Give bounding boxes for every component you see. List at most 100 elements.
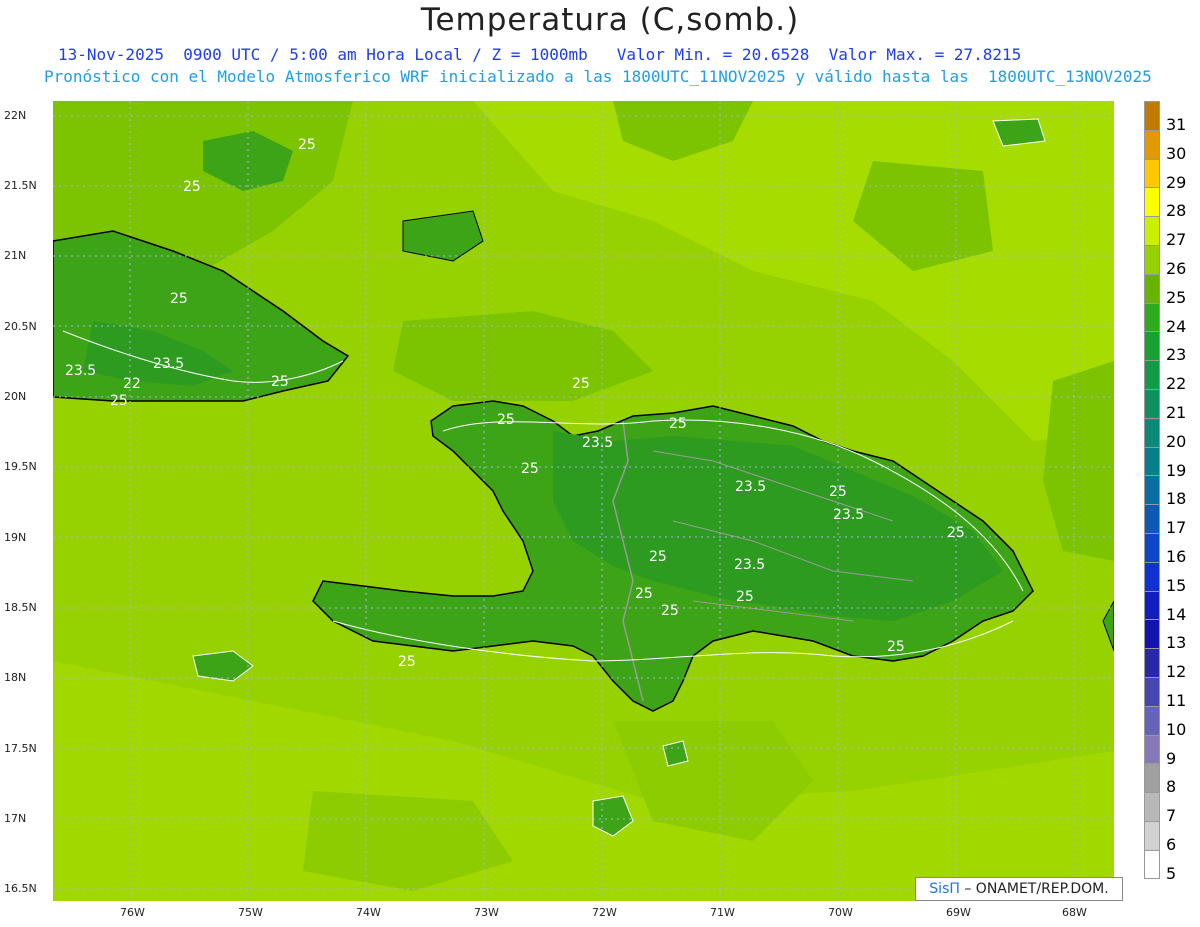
legend-label: 29 [1166, 172, 1187, 192]
legend-swatch [1144, 532, 1160, 562]
contour-label: 23.5 [65, 363, 96, 379]
contour-label: 23.5 [153, 356, 184, 372]
chart-title: Temperatura (C,somb.) [420, 2, 800, 38]
contour-label: 25 [183, 179, 201, 195]
lat-label: 21.5N [4, 179, 37, 192]
lon-label: 69W [946, 906, 971, 919]
lon-label: 68W [1062, 906, 1087, 919]
lat-label: 20.5N [4, 320, 37, 333]
lat-label: 19N [4, 531, 27, 544]
lat-label: 17.5N [4, 742, 37, 755]
contour-label: 25 [497, 412, 515, 428]
contour-label: 22 [123, 376, 141, 392]
contour-label: 25 [271, 374, 289, 390]
legend-label: 7 [1166, 806, 1177, 826]
legend-swatch [1144, 158, 1160, 188]
legend-label: 25 [1166, 287, 1187, 307]
lon-label: 75W [238, 906, 263, 919]
contour-label: 25 [736, 589, 754, 605]
contour-label: 25 [887, 639, 905, 655]
legend-swatch [1144, 619, 1160, 649]
legend-label: 16 [1166, 547, 1187, 566]
contour-label: 25 [635, 586, 653, 602]
lon-label: 73W [474, 906, 499, 919]
sisPi-logo: SisΠ [929, 881, 960, 897]
legend-label: 5 [1166, 863, 1177, 883]
contour-label: 25 [829, 484, 847, 500]
lon-label: 76W [120, 906, 145, 919]
legend-swatch [1144, 705, 1160, 735]
legend-label: 22 [1166, 374, 1187, 394]
legend-label: 14 [1166, 604, 1187, 624]
legend-label: 30 [1166, 143, 1187, 163]
legend-swatch [1144, 129, 1160, 159]
contour-label: 25 [298, 137, 316, 153]
legend-swatch [1144, 849, 1160, 879]
credit-box: SisΠ – ONAMET/REP.DOM. [915, 877, 1123, 901]
lat-label: 20N [4, 390, 27, 403]
lat-label: 19.5N [4, 460, 37, 473]
legend-swatch [1144, 302, 1160, 332]
legend-label: 18 [1166, 489, 1187, 509]
lat-label: 17N [4, 812, 27, 825]
legend-swatch [1144, 216, 1160, 245]
contour-label: 23.5 [833, 507, 864, 523]
legend-label: 19 [1166, 460, 1187, 480]
legend-swatch [1144, 187, 1160, 217]
contour-label: 23.5 [735, 479, 766, 495]
legend-swatch [1144, 331, 1160, 361]
contour-label: 25 [947, 525, 965, 541]
legend-swatch [1144, 676, 1160, 706]
legend-label: 31 [1166, 115, 1187, 134]
legend-swatch [1144, 561, 1160, 591]
lat-label: 21N [4, 249, 27, 262]
contour-label: 25 [110, 393, 128, 409]
legend-label: 13 [1166, 633, 1187, 653]
legend-swatch [1144, 504, 1160, 533]
lon-label: 70W [828, 906, 853, 919]
legend-label: 11 [1166, 691, 1187, 710]
small-patch-s [662, 740, 689, 767]
temperature-map: 25 25 25 23.5 23.5 22 25 25 25 25 23.5 2… [53, 101, 1114, 901]
contour-label: 23.5 [582, 435, 613, 451]
legend-label: 9 [1166, 748, 1177, 768]
contour-label: 25 [521, 461, 539, 477]
contour-label: 23.5 [734, 557, 765, 573]
lat-label: 18N [4, 671, 27, 684]
legend-label: 10 [1166, 719, 1187, 739]
legend-label: 23 [1166, 345, 1187, 365]
legend-label: 15 [1166, 575, 1187, 595]
legend-label: 8 [1166, 777, 1177, 797]
legend-swatch [1144, 763, 1160, 793]
lon-label: 74W [356, 906, 381, 919]
legend-label: 6 [1166, 835, 1177, 854]
lat-label: 18.5N [4, 601, 37, 614]
legend-swatch [1144, 101, 1160, 130]
credit-text: – ONAMET/REP.DOM. [964, 881, 1109, 897]
legend-swatch [1144, 273, 1160, 303]
legend-swatch [1144, 792, 1160, 821]
legend-label: 28 [1166, 201, 1187, 221]
legend-swatch [1144, 590, 1160, 620]
legend-label: 17 [1166, 518, 1187, 538]
subtitle-time: 13-Nov-2025 0900 UTC / 5:00 am Hora Loca… [58, 45, 1022, 64]
lat-label: 22N [4, 109, 27, 122]
lat-label: 16.5N [4, 882, 37, 895]
color-legend [1144, 101, 1162, 879]
contour-label: 25 [572, 376, 590, 392]
legend-swatch [1144, 446, 1160, 476]
contour-label: 25 [649, 549, 667, 565]
legend-swatch [1144, 648, 1160, 677]
contour-label: 25 [661, 603, 679, 619]
legend-label: 12 [1166, 662, 1187, 682]
legend-swatch [1144, 475, 1160, 505]
contour-label: 25 [398, 654, 416, 670]
contour-label: 25 [170, 291, 188, 307]
legend-label: 21 [1166, 403, 1187, 422]
legend-swatch [1144, 417, 1160, 447]
legend-swatch [1144, 244, 1160, 274]
legend-label: 24 [1166, 316, 1187, 336]
lon-label: 72W [592, 906, 617, 919]
lon-label: 71W [710, 906, 735, 919]
legend-swatch [1144, 360, 1160, 389]
